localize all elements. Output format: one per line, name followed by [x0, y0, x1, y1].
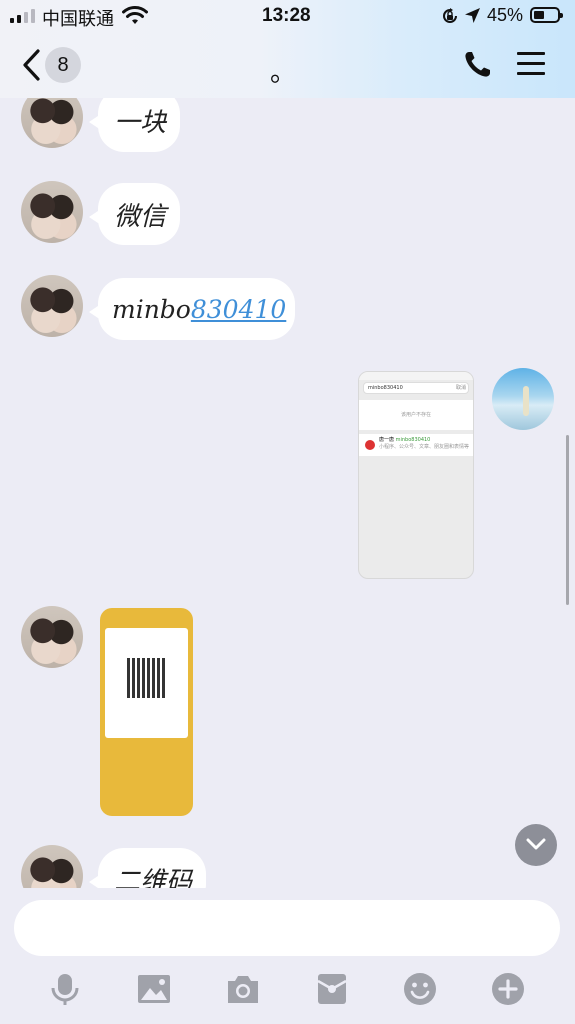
message-text: 二维码	[114, 866, 193, 889]
avatar[interactable]	[21, 606, 83, 668]
thumb-result-id: minbo830410	[395, 437, 431, 443]
thumb-search-cancel: 取消	[455, 385, 466, 391]
chat-title: 。	[270, 58, 297, 88]
chevron-down-icon	[526, 838, 546, 850]
input-area	[0, 888, 575, 1024]
location-icon	[465, 8, 480, 23]
message-input[interactable]	[14, 900, 560, 956]
signal-icon	[10, 9, 35, 23]
rotation-lock-icon	[443, 8, 457, 23]
thumb-result-desc: 小程序、公众号、文章、朋友圈和表情等	[379, 444, 470, 450]
image-message-qr-code[interactable]	[100, 608, 193, 816]
message-bubble[interactable]: 二维码	[89, 848, 206, 889]
message-text: 微信	[114, 201, 167, 232]
wifi-icon	[122, 6, 148, 24]
battery-icon	[530, 7, 563, 23]
chat-area[interactable]: 一块 微信 minbo 830410 minbo830410 取消 该用户不存在 …	[0, 98, 575, 888]
avatar[interactable]	[21, 181, 83, 243]
scroll-to-bottom-button[interactable]	[515, 824, 557, 866]
message-text: 一块	[114, 107, 167, 138]
battery-percent: 45%	[487, 5, 524, 25]
message-text: minbo	[112, 294, 191, 324]
unread-count-badge[interactable]: 8	[45, 47, 81, 83]
top-bar: 中国联通 13:28 45% 8 。	[0, 0, 575, 98]
qr-code-icon	[127, 658, 167, 698]
message-bubble[interactable]: 微信	[89, 183, 180, 245]
image-message-search-screenshot[interactable]: minbo830410 取消 该用户不存在 唐一唐 minbo830410 小程…	[358, 371, 474, 579]
clock: 13:28	[262, 5, 311, 26]
message-link[interactable]: 830410	[191, 295, 286, 324]
thumb-empty-text: 该用户不存在	[400, 412, 431, 418]
status-bar: 中国联通 13:28 45%	[0, 0, 575, 32]
avatar[interactable]	[21, 98, 83, 148]
camera-icon[interactable]	[225, 971, 261, 1007]
emoji-icon[interactable]	[402, 971, 438, 1007]
scrollbar[interactable]	[566, 435, 569, 605]
avatar[interactable]	[21, 845, 83, 888]
microphone-icon[interactable]	[47, 971, 83, 1007]
carrier-name: 中国联通	[42, 9, 114, 30]
thumb-result-name: 唐一唐	[379, 437, 395, 443]
plus-icon[interactable]	[490, 971, 526, 1007]
message-bubble[interactable]: minbo 830410	[89, 278, 295, 340]
message-bubble[interactable]: 一块	[89, 98, 180, 152]
back-icon[interactable]	[20, 48, 42, 82]
avatar[interactable]	[492, 368, 554, 430]
image-icon[interactable]	[136, 971, 172, 1007]
avatar[interactable]	[21, 275, 83, 337]
red-packet-icon[interactable]	[314, 971, 350, 1007]
menu-icon[interactable]	[517, 52, 545, 76]
thumb-search-query: minbo830410	[368, 385, 403, 391]
phone-icon[interactable]	[462, 50, 492, 80]
